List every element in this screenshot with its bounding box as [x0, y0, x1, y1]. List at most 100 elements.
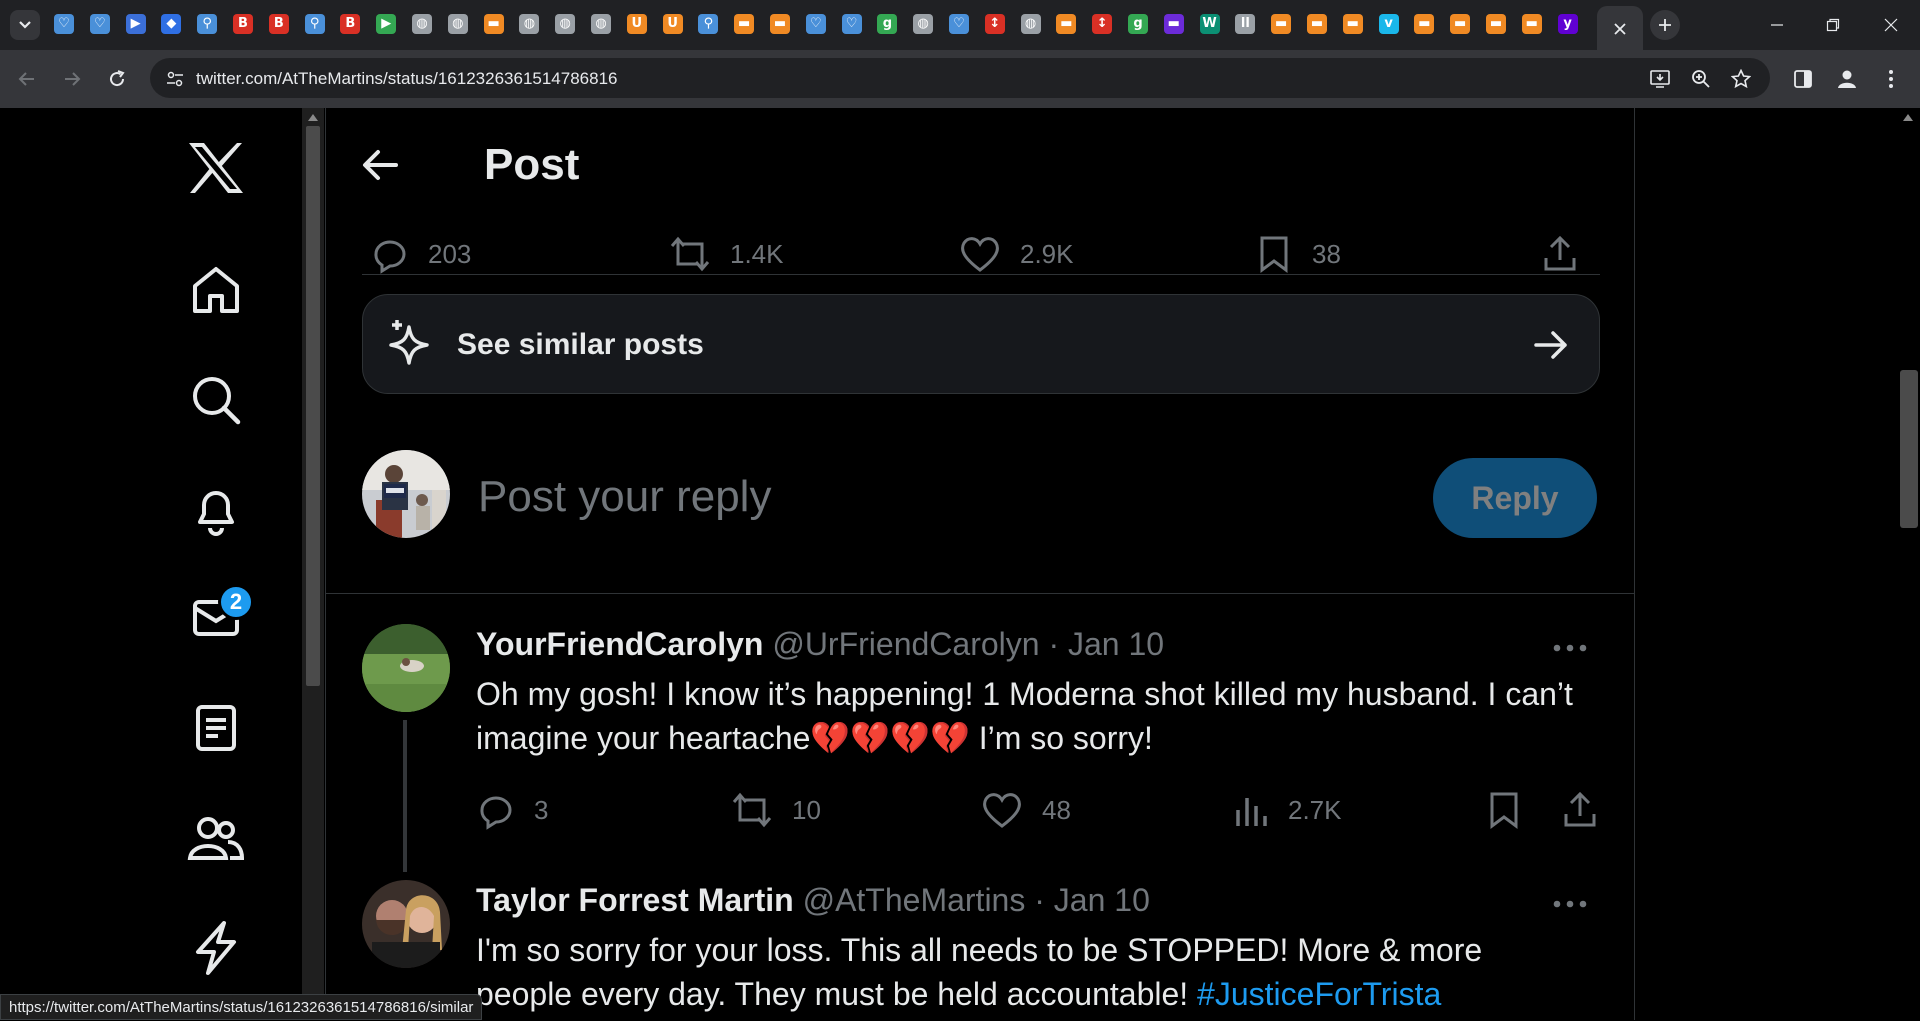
- tab-favicon-icon[interactable]: ↕: [984, 14, 1005, 34]
- post-share-button[interactable]: [1540, 234, 1580, 274]
- tab-favicon-icon[interactable]: y: [1557, 14, 1578, 34]
- tab-favicon-icon[interactable]: W: [1199, 14, 1220, 34]
- tab-favicon-icon[interactable]: ▬: [1056, 14, 1077, 34]
- tab-favicon-icon[interactable]: ◍: [913, 14, 934, 34]
- author-handle[interactable]: @UrFriendCarolyn: [772, 626, 1039, 662]
- author-name[interactable]: Taylor Forrest Martin: [476, 882, 794, 918]
- site-info-icon[interactable]: [164, 68, 186, 90]
- zoom-icon[interactable]: [1690, 68, 1712, 90]
- tab-favicon-icon[interactable]: ▬: [1342, 14, 1363, 34]
- tab-favicon-icon[interactable]: ⚲: [197, 14, 218, 34]
- bookmark-action[interactable]: [1484, 790, 1524, 830]
- address-bar[interactable]: twitter.com/AtTheMartins/status/16123263…: [150, 58, 1770, 98]
- tab-favicon-icon[interactable]: ll: [1235, 14, 1256, 34]
- tab-favicon-icon[interactable]: ▬: [1307, 14, 1327, 34]
- profile-button[interactable]: [1834, 66, 1860, 92]
- sidebar-item-home[interactable]: [186, 260, 246, 320]
- tab-favicon-icon[interactable]: v: [1378, 14, 1399, 34]
- tweet-date[interactable]: · Jan 10: [1048, 626, 1164, 662]
- x-logo[interactable]: [186, 138, 246, 198]
- tab-favicon-icon[interactable]: g: [1128, 14, 1148, 34]
- tab-favicon-icon[interactable]: U: [662, 14, 683, 34]
- views-action[interactable]: 2.7K: [1230, 790, 1342, 830]
- side-panel-button[interactable]: [1790, 66, 1816, 92]
- tab-favicon-icon[interactable]: ♡: [841, 14, 862, 34]
- author-name[interactable]: YourFriendCarolyn: [476, 626, 763, 662]
- install-app-icon[interactable]: [1650, 68, 1672, 90]
- sidebar-item-notifications[interactable]: [186, 480, 246, 540]
- scroll-up-arrow[interactable]: [308, 114, 318, 121]
- active-tab[interactable]: [1597, 6, 1643, 50]
- tab-favicon-icon[interactable]: g: [877, 14, 898, 34]
- more-options-button[interactable]: [1550, 628, 1590, 668]
- page-scrollbar[interactable]: [1898, 108, 1920, 1020]
- tab-favicon-icon[interactable]: ▶: [376, 14, 397, 34]
- tab-search-button[interactable]: [10, 10, 40, 40]
- tab-favicon-icon[interactable]: ◍: [591, 14, 611, 34]
- tab-favicon-icon[interactable]: ▬: [734, 14, 755, 34]
- tab-favicon-icon[interactable]: B: [233, 14, 253, 34]
- tab-favicon-icon[interactable]: ♡: [54, 14, 74, 34]
- tab-favicon-icon[interactable]: ▬: [1163, 14, 1184, 34]
- scrollbar-thumb[interactable]: [1900, 370, 1918, 528]
- avatar[interactable]: [362, 450, 450, 538]
- tab-favicon-icon[interactable]: ⚲: [698, 14, 719, 34]
- scrollbar-thumb[interactable]: [306, 126, 320, 686]
- reload-button[interactable]: [100, 62, 134, 96]
- post-bookmarks-stat[interactable]: 38: [1254, 234, 1341, 274]
- minimize-button[interactable]: [1764, 12, 1790, 38]
- more-options-button[interactable]: [1550, 884, 1590, 924]
- browser-menu-button[interactable]: [1878, 66, 1904, 92]
- tweet-date[interactable]: · Jan 10: [1034, 882, 1150, 918]
- share-action[interactable]: [1560, 790, 1600, 830]
- post-likes-stat[interactable]: 2.9K: [958, 234, 1074, 274]
- post-replies-stat[interactable]: 203: [370, 234, 471, 274]
- tab-favicon-icon[interactable]: B: [268, 14, 289, 34]
- repost-action[interactable]: 10: [730, 790, 821, 830]
- author-handle[interactable]: @AtTheMartins: [803, 882, 1026, 918]
- avatar[interactable]: [362, 880, 450, 968]
- new-tab-button[interactable]: [1650, 10, 1680, 40]
- url-text[interactable]: twitter.com/AtTheMartins/status/16123263…: [196, 69, 618, 89]
- tab-favicon-icon[interactable]: ▬: [483, 14, 504, 34]
- see-similar-posts-button[interactable]: See similar posts: [362, 294, 1600, 394]
- back-arrow-button[interactable]: [358, 143, 402, 187]
- sidebar-scrollbar[interactable]: [302, 108, 324, 1020]
- tab-favicon-icon[interactable]: B: [340, 14, 361, 34]
- tab-favicon-icon[interactable]: ◍: [555, 14, 576, 34]
- scroll-up-arrow[interactable]: [1903, 114, 1913, 121]
- tab-favicon-icon[interactable]: ♡: [89, 14, 110, 34]
- hashtag-link[interactable]: #JusticeForTrista: [1197, 976, 1441, 1012]
- reply-action[interactable]: 3: [476, 790, 548, 830]
- like-action[interactable]: 48: [980, 790, 1071, 830]
- tab-favicon-icon[interactable]: ♡: [949, 14, 969, 34]
- restore-button[interactable]: [1820, 12, 1846, 38]
- bookmark-star-icon[interactable]: [1730, 68, 1752, 90]
- avatar[interactable]: [362, 624, 450, 712]
- tab-favicon-icon[interactable]: ♡: [805, 14, 826, 34]
- sidebar-item-lists[interactable]: [186, 698, 246, 758]
- tab-favicon-icon[interactable]: ◍: [412, 14, 432, 34]
- tab-favicon-icon[interactable]: ▶: [125, 14, 146, 34]
- back-button[interactable]: [10, 62, 44, 96]
- forward-button[interactable]: [55, 62, 89, 96]
- tab-favicon-icon[interactable]: ▬: [1450, 14, 1471, 34]
- sidebar-item-premium[interactable]: [186, 918, 246, 978]
- tab-favicon-icon[interactable]: ◍: [519, 14, 540, 34]
- tab-favicon-icon[interactable]: ▬: [770, 14, 790, 34]
- close-tab-icon[interactable]: [1613, 22, 1627, 36]
- reply-button[interactable]: Reply: [1433, 458, 1597, 538]
- sidebar-item-explore[interactable]: [186, 370, 246, 430]
- tab-favicon-icon[interactable]: U: [626, 14, 647, 34]
- tab-favicon-icon[interactable]: ◆: [161, 14, 182, 34]
- tab-favicon-icon[interactable]: ◍: [447, 14, 468, 34]
- tab-favicon-icon[interactable]: ▬: [1486, 14, 1506, 34]
- tab-favicon-icon[interactable]: ↕: [1092, 14, 1113, 34]
- tab-favicon-icon[interactable]: ▬: [1271, 14, 1292, 34]
- tab-favicon-icon[interactable]: ◍: [1020, 14, 1041, 34]
- sidebar-item-communities[interactable]: [186, 808, 246, 868]
- tab-favicon-icon[interactable]: ⚲: [304, 14, 325, 34]
- tab-favicon-icon[interactable]: ▬: [1414, 14, 1435, 34]
- close-window-button[interactable]: [1878, 12, 1904, 38]
- tab-favicon-icon[interactable]: ▬: [1521, 14, 1542, 34]
